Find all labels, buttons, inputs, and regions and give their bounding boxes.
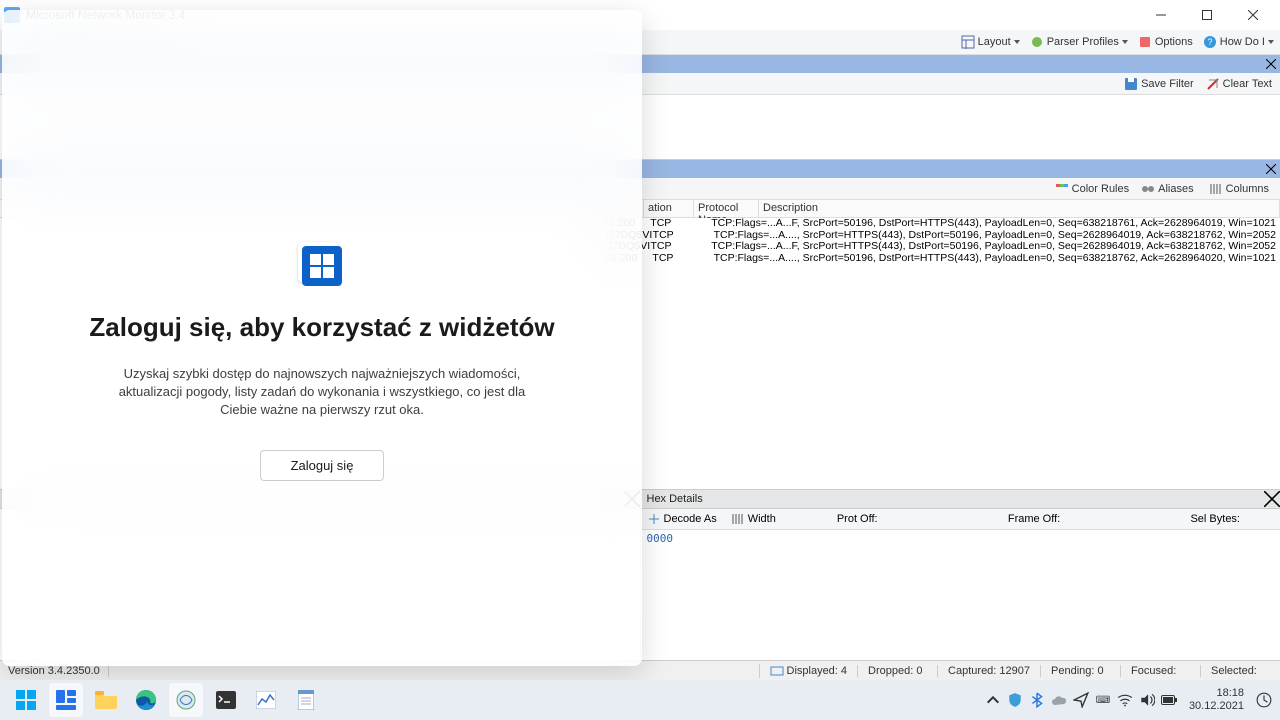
widgets-signin-panel: Zaloguj się, aby korzystać z widżetów Uz…: [2, 10, 642, 666]
close-button[interactable]: [1230, 0, 1276, 30]
svg-text:?: ?: [1207, 37, 1212, 47]
sel-bytes-label: Sel Bytes:: [1190, 513, 1240, 525]
col-destination[interactable]: ation: [644, 200, 694, 217]
widgets-body: Uzyskaj szybki dostęp do najnowszych naj…: [102, 365, 542, 420]
frame-off-label: Frame Off:: [1008, 513, 1060, 525]
focused-status: Focused:: [1120, 665, 1200, 677]
save-filter-button[interactable]: Save Filter: [1124, 77, 1194, 91]
edge-button[interactable]: [128, 682, 164, 718]
decode-as-button[interactable]: Decode As: [647, 512, 717, 526]
terminal-button[interactable]: [208, 682, 244, 718]
parser-profiles-menu[interactable]: Parser Profiles: [1030, 35, 1128, 49]
minimize-button[interactable]: [1138, 0, 1184, 30]
notifications-icon[interactable]: [1256, 692, 1272, 708]
wifi-icon[interactable]: [1117, 692, 1133, 708]
hex-details-close[interactable]: [1264, 491, 1280, 507]
filter-pane-close[interactable]: [1264, 57, 1278, 71]
hex-details-pane: Hex Details Decode As Width Prot Off:: [641, 490, 1280, 660]
dropped-status: Dropped: 0: [857, 665, 937, 677]
shield-icon[interactable]: [1007, 692, 1023, 708]
selected-status: Selected:: [1200, 665, 1280, 677]
layout-menu[interactable]: Layout: [961, 35, 1020, 49]
widgets-signin-button[interactable]: Zaloguj się: [260, 450, 385, 481]
onedrive-icon[interactable]: [1051, 692, 1067, 708]
pending-status: Pending: 0: [1040, 665, 1120, 677]
widgets-heading: Zaloguj się, aby korzystać z widżetów: [89, 312, 554, 343]
hex-content[interactable]: 0000: [641, 530, 1280, 660]
file-explorer-button[interactable]: [88, 682, 124, 718]
location-icon[interactable]: [1073, 692, 1089, 708]
col-description[interactable]: Description: [759, 200, 1280, 217]
aliases-button[interactable]: Aliases: [1141, 182, 1196, 196]
options-menu[interactable]: Options: [1138, 35, 1193, 49]
system-tray[interactable]: ⌨ 18:18 30.12.2021: [985, 687, 1272, 712]
captured-status: Captured: 12907: [937, 665, 1040, 677]
widgets-logo-icon: [302, 246, 342, 286]
battery-icon[interactable]: [1161, 692, 1177, 708]
chart-app-button[interactable]: [248, 682, 284, 718]
maximize-button[interactable]: [1184, 0, 1230, 30]
chevron-up-icon[interactable]: [985, 692, 1001, 708]
volume-icon[interactable]: [1139, 692, 1155, 708]
width-button[interactable]: Width: [731, 512, 779, 526]
clock[interactable]: 18:18 30.12.2021: [1183, 687, 1250, 712]
widgets-taskbar-button[interactable]: [48, 682, 84, 718]
bluetooth-icon[interactable]: [1029, 692, 1045, 708]
frames-pane-close[interactable]: [1264, 162, 1278, 176]
hex-pane-title: Hex Details: [641, 493, 1265, 505]
taskbar: ⌨ 18:18 30.12.2021: [0, 680, 1280, 720]
displayed-status: Displayed: 4: [759, 664, 858, 678]
columns-button[interactable]: Columns: [1209, 182, 1272, 196]
col-protocol[interactable]: Protocol Name: [694, 200, 759, 217]
color-rules-button[interactable]: Color Rules: [1055, 182, 1129, 196]
notepad-button[interactable]: [288, 682, 324, 718]
version-label: Version 3.4.2350.0: [0, 665, 109, 677]
help-menu[interactable]: ? How Do I: [1203, 35, 1274, 49]
netmon-taskbar-button[interactable]: [168, 682, 204, 718]
prot-off-label: Prot Off:: [837, 513, 878, 525]
language-indicator[interactable]: ⌨: [1095, 692, 1111, 708]
clear-text-button[interactable]: Clear Text: [1206, 77, 1272, 91]
start-button[interactable]: [8, 682, 44, 718]
